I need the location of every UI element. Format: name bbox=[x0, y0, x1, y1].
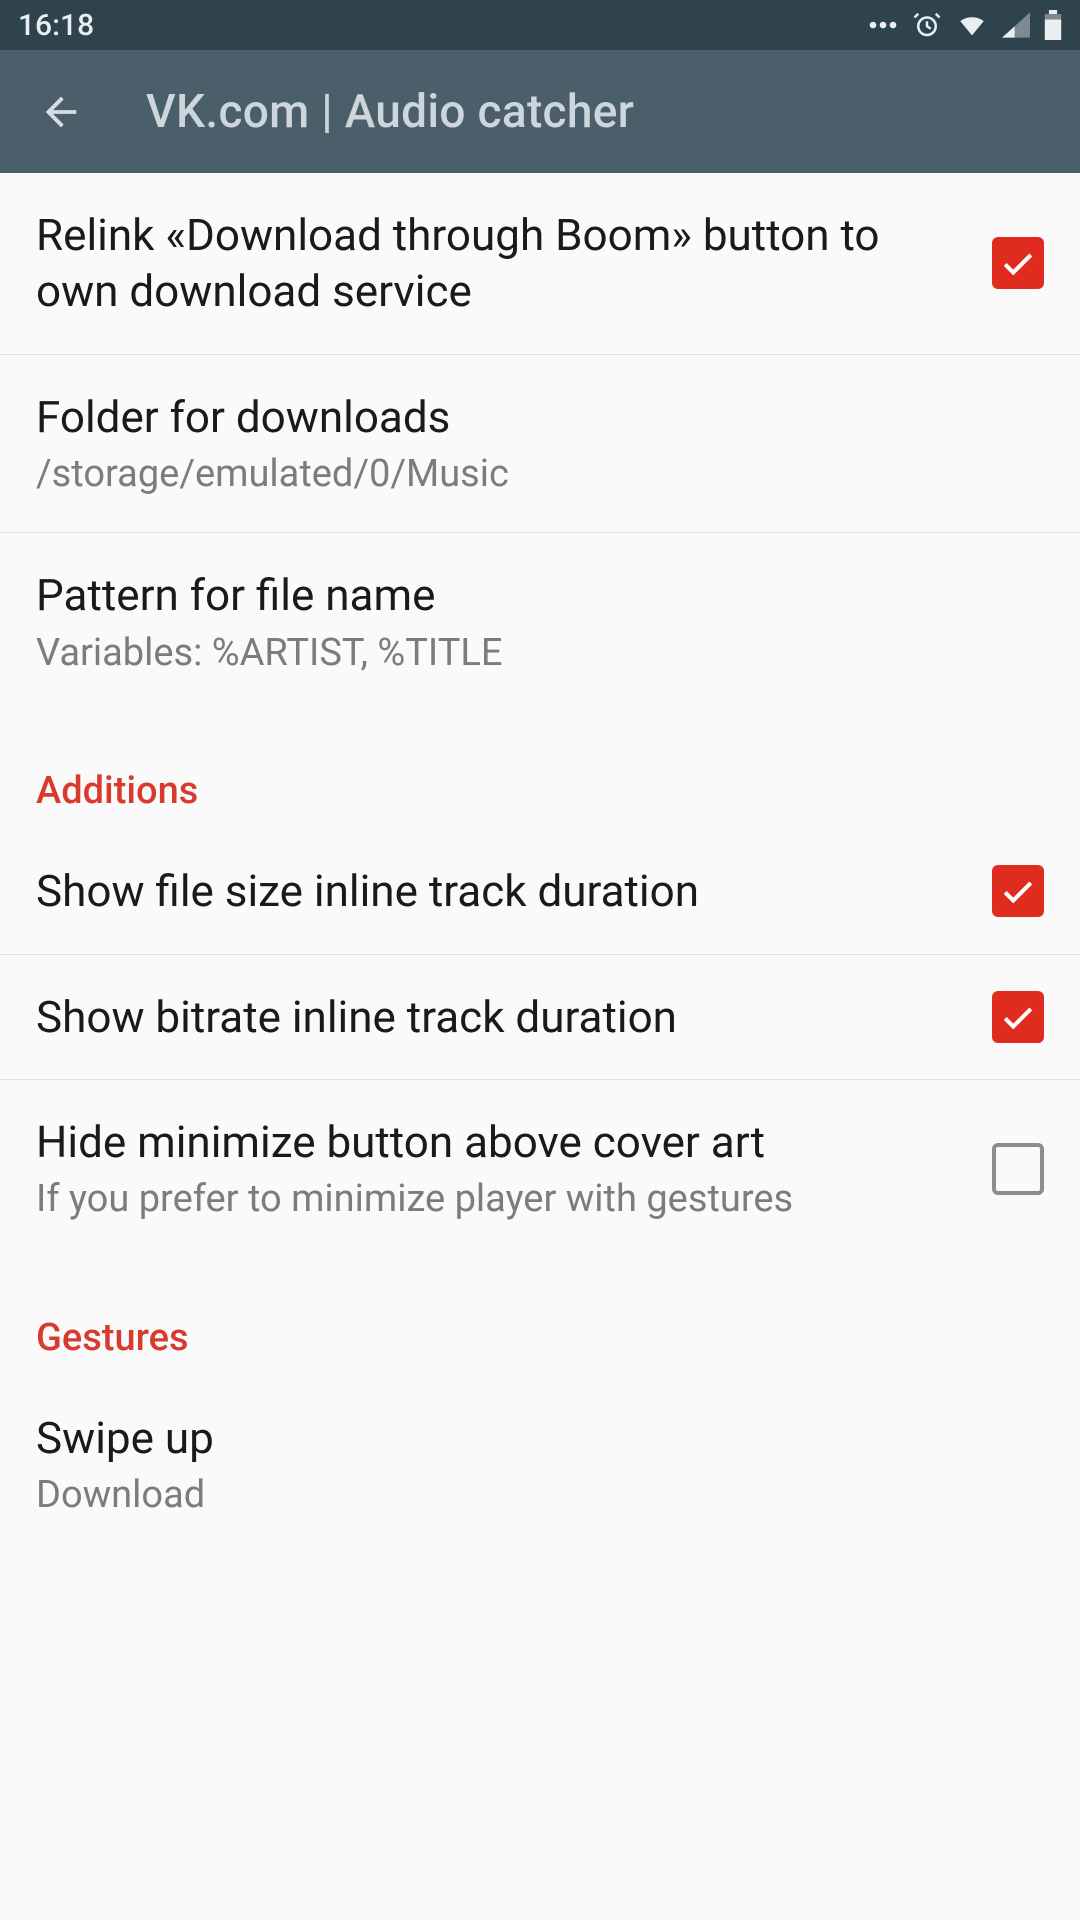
check-icon bbox=[999, 998, 1037, 1036]
battery-icon bbox=[1044, 10, 1062, 40]
arrow-back-icon bbox=[38, 89, 84, 135]
swipe-up-value: Download bbox=[36, 1472, 1020, 1520]
relink-boom-checkbox[interactable] bbox=[992, 237, 1044, 289]
folder-item[interactable]: Folder for downloads /storage/emulated/0… bbox=[0, 355, 1080, 534]
pattern-label: Pattern for file name bbox=[36, 567, 1020, 623]
hide-minimize-sub: If you prefer to minimize player with ge… bbox=[36, 1176, 968, 1224]
show-filesize-checkbox[interactable] bbox=[992, 865, 1044, 917]
app-bar: VK.com | Audio catcher bbox=[0, 50, 1080, 173]
show-bitrate-label: Show bitrate inline track duration bbox=[36, 989, 968, 1045]
app-bar-title: VK.com | Audio catcher bbox=[146, 85, 634, 139]
cell-icon bbox=[1002, 12, 1030, 38]
show-filesize-item[interactable]: Show file size inline track duration bbox=[0, 829, 1080, 954]
show-bitrate-checkbox[interactable] bbox=[992, 991, 1044, 1043]
alarm-icon bbox=[912, 10, 942, 40]
section-gestures: Gestures bbox=[0, 1258, 1080, 1376]
show-bitrate-item[interactable]: Show bitrate inline track duration bbox=[0, 955, 1080, 1080]
hide-minimize-label: Hide minimize button above cover art bbox=[36, 1114, 968, 1170]
hide-minimize-item[interactable]: Hide minimize button above cover art If … bbox=[0, 1080, 1080, 1258]
pattern-item[interactable]: Pattern for file name Variables: %ARTIST… bbox=[0, 533, 1080, 711]
status-right-icons bbox=[868, 10, 1062, 40]
relink-boom-label: Relink «Download through Boom» button to… bbox=[36, 207, 968, 320]
swipe-up-item[interactable]: Swipe up Download bbox=[0, 1376, 1080, 1530]
status-time: 16:18 bbox=[18, 8, 94, 43]
more-icon bbox=[868, 20, 898, 30]
back-button[interactable] bbox=[36, 87, 86, 137]
hide-minimize-checkbox[interactable] bbox=[992, 1143, 1044, 1195]
swipe-up-label: Swipe up bbox=[36, 1410, 1020, 1466]
check-icon bbox=[999, 872, 1037, 910]
show-filesize-label: Show file size inline track duration bbox=[36, 863, 968, 919]
folder-label: Folder for downloads bbox=[36, 389, 1020, 445]
pattern-value: Variables: %ARTIST, %TITLE bbox=[36, 630, 1020, 678]
status-bar: 16:18 bbox=[0, 0, 1080, 50]
folder-value: /storage/emulated/0/Music bbox=[36, 451, 1020, 499]
section-additions: Additions bbox=[0, 711, 1080, 829]
settings-list: Relink «Download through Boom» button to… bbox=[0, 173, 1080, 1530]
relink-boom-item[interactable]: Relink «Download through Boom» button to… bbox=[0, 173, 1080, 355]
wifi-icon bbox=[956, 12, 988, 38]
check-icon bbox=[999, 244, 1037, 282]
